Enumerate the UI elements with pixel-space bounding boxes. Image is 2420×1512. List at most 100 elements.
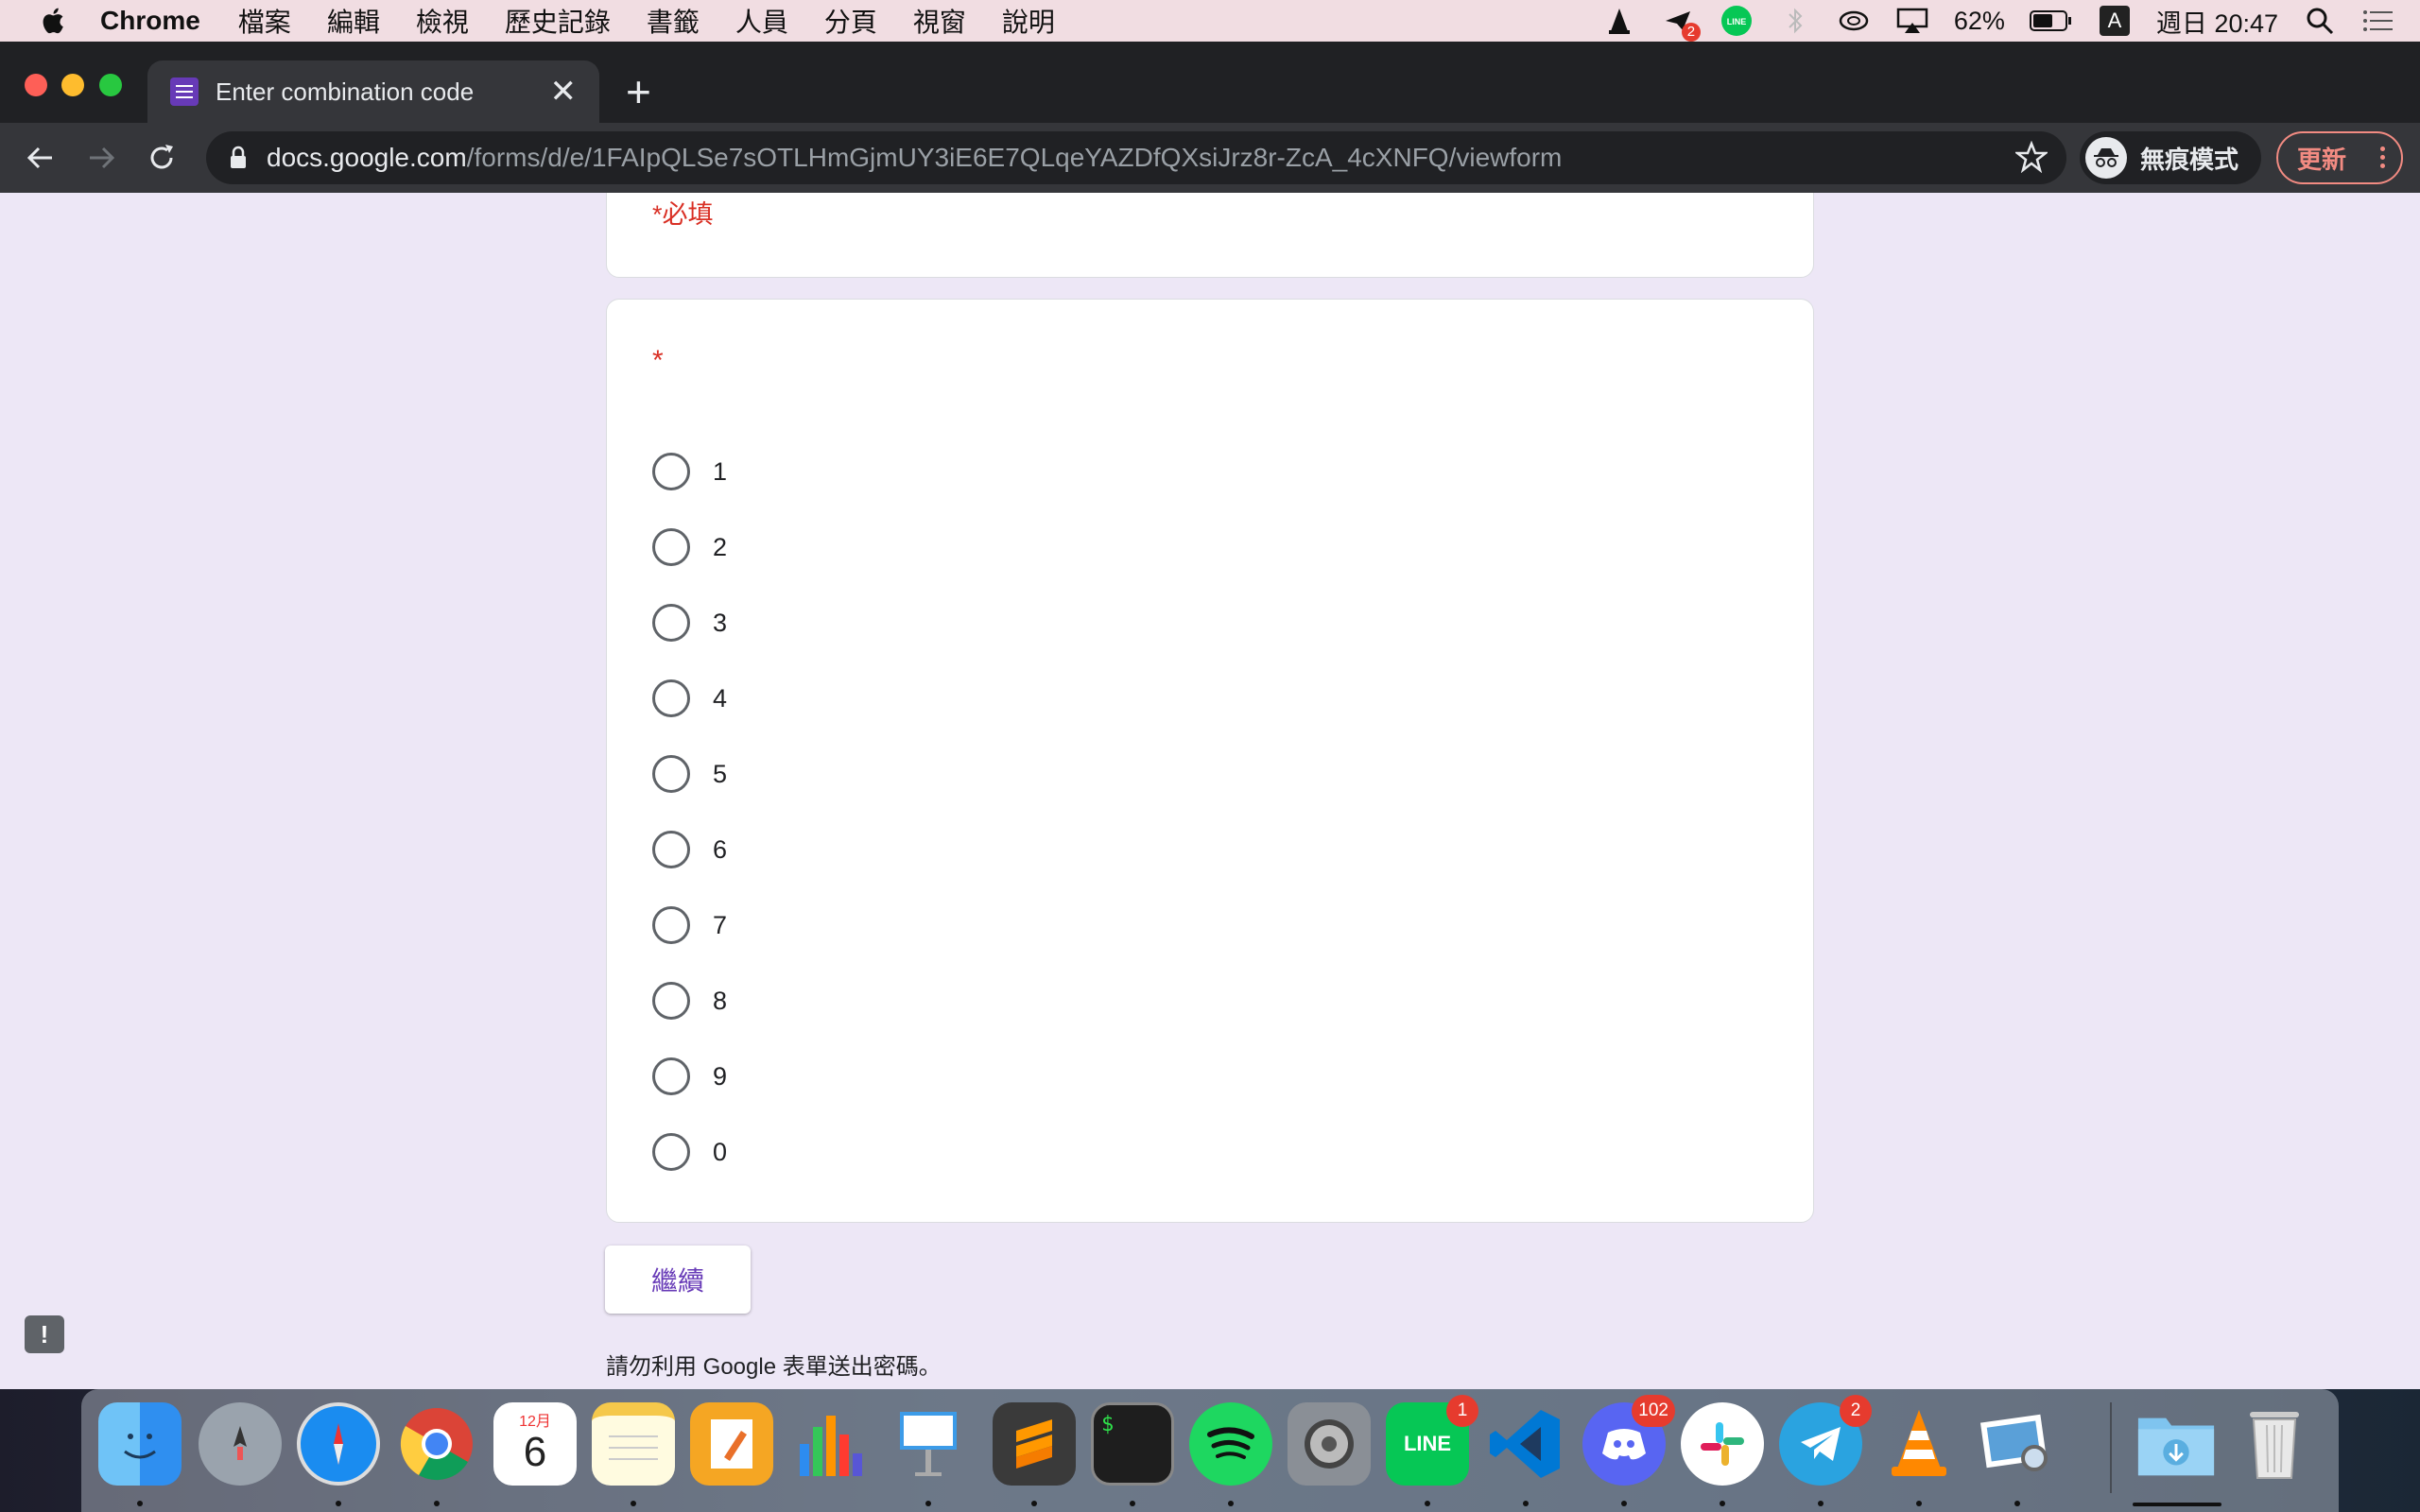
calendar-month: 12月 xyxy=(519,1414,551,1430)
paper-plane-status-icon[interactable]: 2 xyxy=(1661,4,1701,42)
finder-icon[interactable] xyxy=(98,1402,182,1486)
preview-icon[interactable] xyxy=(1976,1402,2059,1486)
tab-active[interactable]: Enter combination code ✕ xyxy=(147,60,599,123)
downloads-folder-icon[interactable] xyxy=(2135,1402,2218,1486)
creative-cloud-icon[interactable] xyxy=(1837,4,1871,38)
trash-icon[interactable] xyxy=(2233,1402,2316,1486)
radio-label: 4 xyxy=(713,683,728,713)
telegram-icon[interactable]: 2 xyxy=(1779,1395,1872,1486)
incognito-icon xyxy=(2085,137,2127,179)
line-badge: 1 xyxy=(1446,1395,1478,1427)
discord-icon[interactable]: 102 xyxy=(1582,1395,1675,1486)
radio-button[interactable] xyxy=(652,528,690,566)
pages-icon[interactable] xyxy=(690,1402,773,1486)
radio-button[interactable] xyxy=(652,982,690,1020)
tab-title: Enter combination code xyxy=(216,77,475,106)
window-minimize-button[interactable] xyxy=(61,74,84,96)
notification-center-icon[interactable] xyxy=(2361,4,2395,38)
menu-people[interactable]: 人員 xyxy=(735,2,788,40)
battery-percent: 62% xyxy=(1953,6,2005,35)
vlc-icon[interactable] xyxy=(1877,1402,1961,1486)
radio-button[interactable] xyxy=(652,453,690,490)
more-vert-icon xyxy=(2380,146,2386,172)
update-chrome-button[interactable]: 更新 xyxy=(2276,131,2403,184)
airplay-icon[interactable] xyxy=(1895,4,1929,38)
radio-button[interactable] xyxy=(652,1133,690,1171)
vlc-status-icon[interactable] xyxy=(1602,4,1636,38)
radio-button[interactable] xyxy=(652,755,690,793)
menu-bookmarks[interactable]: 書籤 xyxy=(647,2,700,40)
radio-group: 1 2 3 4 5 6 7 8 9 0 xyxy=(652,434,727,1190)
vscode-icon[interactable] xyxy=(1484,1402,1567,1486)
menu-view[interactable]: 檢視 xyxy=(416,2,469,40)
radio-option-4[interactable]: 4 xyxy=(652,661,727,736)
line-status-icon[interactable]: LINE xyxy=(1720,4,1754,38)
report-feedback-icon[interactable]: ! xyxy=(25,1315,64,1353)
required-asterisk: * xyxy=(652,345,664,376)
incognito-indicator[interactable]: 無痕模式 xyxy=(2080,131,2261,184)
safari-icon[interactable] xyxy=(297,1402,380,1486)
chrome-icon[interactable] xyxy=(395,1402,478,1486)
radio-option-3[interactable]: 3 xyxy=(652,585,727,661)
spotlight-search-icon[interactable] xyxy=(2303,4,2337,38)
lock-icon[interactable] xyxy=(229,146,248,170)
reload-button[interactable] xyxy=(140,136,183,180)
menu-app-name[interactable]: Chrome xyxy=(100,6,200,36)
menu-history[interactable]: 歷史記錄 xyxy=(505,2,611,40)
input-source-icon[interactable]: A xyxy=(2098,4,2132,38)
radio-option-7[interactable]: 7 xyxy=(652,887,727,963)
bookmark-star-icon[interactable] xyxy=(2015,141,2048,173)
radio-option-8[interactable]: 8 xyxy=(652,963,727,1039)
radio-label: 3 xyxy=(713,608,728,637)
radio-option-5[interactable]: 5 xyxy=(652,736,727,812)
radio-label: 7 xyxy=(713,910,728,939)
launchpad-icon[interactable] xyxy=(199,1402,282,1486)
incognito-label: 無痕模式 xyxy=(2140,145,2239,174)
sublime-text-icon[interactable] xyxy=(993,1402,1076,1486)
menu-file[interactable]: 檔案 xyxy=(238,2,291,40)
radio-option-1[interactable]: 1 xyxy=(652,434,727,509)
continue-button[interactable]: 繼續 xyxy=(605,1246,751,1314)
keynote-icon[interactable] xyxy=(887,1402,970,1486)
terminal-icon[interactable]: $ xyxy=(1091,1402,1174,1486)
radio-option-0[interactable]: 0 xyxy=(652,1114,727,1190)
form-header-card: *必填 xyxy=(606,193,1814,278)
window-close-button[interactable] xyxy=(25,74,47,96)
radio-button[interactable] xyxy=(652,604,690,642)
address-bar[interactable]: docs.google.com/forms/d/e/1FAIpQLSe7sOTL… xyxy=(206,131,2066,184)
radio-button[interactable] xyxy=(652,679,690,717)
radio-option-9[interactable]: 9 xyxy=(652,1039,727,1114)
new-tab-button[interactable]: + xyxy=(626,70,651,113)
menu-help[interactable]: 說明 xyxy=(1002,2,1055,40)
radio-button[interactable] xyxy=(652,1057,690,1095)
line-icon[interactable]: LINE 1 xyxy=(1386,1395,1478,1486)
radio-button[interactable] xyxy=(652,906,690,944)
dock: 12月 6 $ LINE 1 102 2 xyxy=(81,1389,2339,1512)
forward-button[interactable] xyxy=(79,136,123,180)
tab-close-icon[interactable]: ✕ xyxy=(550,76,578,108)
apple-icon[interactable] xyxy=(38,6,66,36)
battery-icon[interactable] xyxy=(2029,4,2073,38)
radio-option-6[interactable]: 6 xyxy=(652,812,727,887)
window-zoom-button[interactable] xyxy=(99,74,122,96)
radio-label: 8 xyxy=(713,986,728,1015)
calendar-icon[interactable]: 12月 6 xyxy=(493,1402,577,1486)
url-text[interactable]: docs.google.com/forms/d/e/1FAIpQLSe7sOTL… xyxy=(267,143,1562,173)
spotify-icon[interactable] xyxy=(1189,1402,1272,1486)
update-label: 更新 xyxy=(2297,145,2347,174)
notes-icon[interactable] xyxy=(592,1402,675,1486)
input-source-label: A xyxy=(2099,6,2130,36)
menubar-clock[interactable]: 週日 20:47 xyxy=(2156,3,2278,40)
system-preferences-icon[interactable] xyxy=(1288,1402,1371,1486)
radio-label: 9 xyxy=(713,1061,728,1091)
radio-option-2[interactable]: 2 xyxy=(652,509,727,585)
menu-edit[interactable]: 編輯 xyxy=(327,2,380,40)
slack-icon[interactable] xyxy=(1681,1402,1764,1486)
menu-tab[interactable]: 分頁 xyxy=(824,2,877,40)
numbers-icon[interactable] xyxy=(788,1402,872,1486)
menu-window[interactable]: 視窗 xyxy=(913,2,966,40)
back-button[interactable] xyxy=(19,136,62,180)
bluetooth-icon[interactable] xyxy=(1778,4,1812,38)
terminal-prompt: $ xyxy=(1101,1413,1115,1436)
radio-button[interactable] xyxy=(652,831,690,868)
